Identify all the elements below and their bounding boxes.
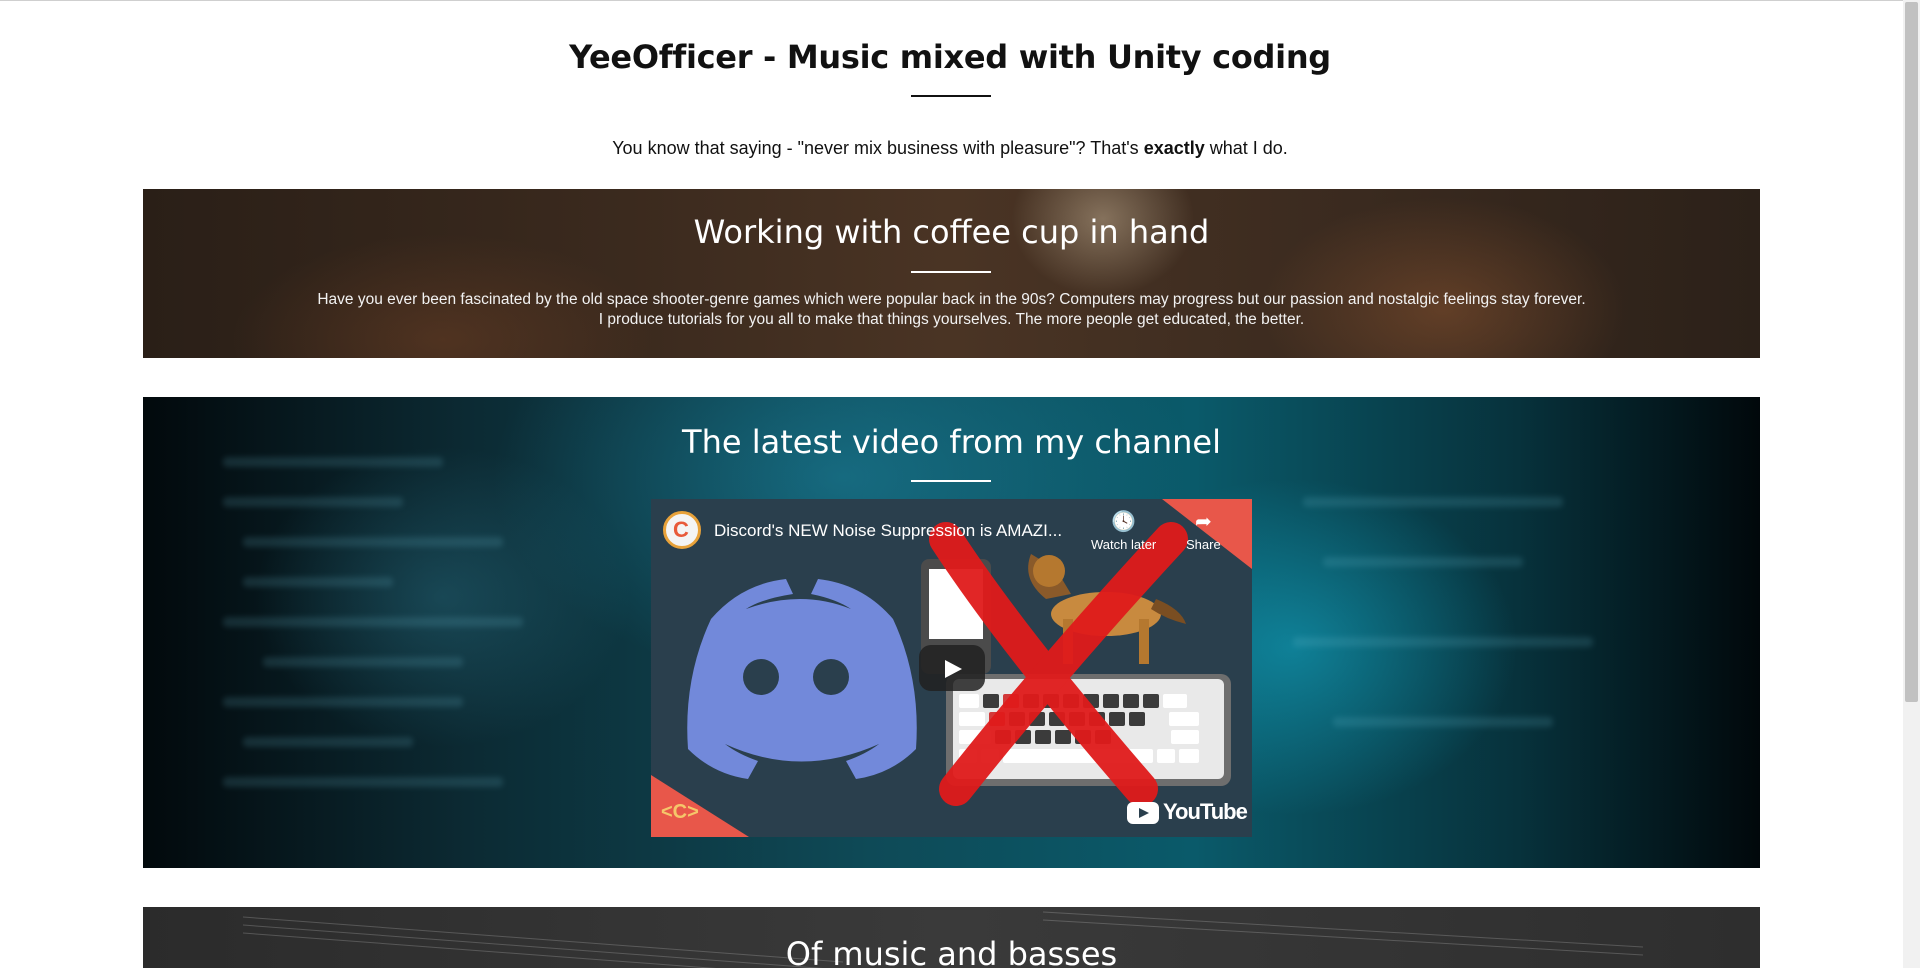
play-icon — [945, 660, 962, 678]
coffee-section-divider — [911, 271, 991, 273]
video-section-title: The latest video from my channel — [682, 423, 1221, 461]
video-section: The latest video from my channel <C> C D… — [143, 397, 1760, 868]
youtube-logo[interactable]: YouTube — [1127, 799, 1248, 825]
top-border — [0, 0, 1920, 1]
clock-icon: 🕓 — [1111, 511, 1137, 533]
discord-logo-icon — [687, 579, 917, 779]
coffee-section-body: Have you ever been fascinated by the old… — [143, 290, 1760, 330]
share-arrow-icon: ➦ — [1194, 511, 1212, 533]
scrollbar-thumb[interactable] — [1905, 2, 1918, 702]
youtube-embed[interactable]: <C> C Discord's NEW Noise Suppression is… — [651, 499, 1252, 837]
coffee-line-1: Have you ever been fascinated by the old… — [317, 291, 1586, 308]
youtube-play-icon — [1127, 802, 1159, 825]
title-divider — [911, 95, 991, 97]
youtube-label: YouTube — [1163, 799, 1248, 824]
watch-later-button[interactable]: 🕓 Watch later — [1091, 511, 1156, 552]
intro-before: You know that saying - "never mix busine… — [612, 138, 1144, 158]
share-label: Share — [1186, 537, 1221, 552]
channel-avatar[interactable]: C — [663, 511, 701, 549]
share-button[interactable]: ➦ Share — [1186, 511, 1221, 552]
channel-avatar-letter: C — [673, 517, 689, 542]
intro-after: what I do. — [1204, 138, 1288, 158]
intro-text: You know that saying - "never mix busine… — [0, 138, 1900, 159]
coffee-line-2: I produce tutorials for you all to make … — [598, 311, 1305, 328]
play-button[interactable] — [919, 645, 985, 691]
page-title: YeeOfficer - Music mixed with Unity codi… — [569, 38, 1331, 76]
coffee-section: Working with coffee cup in hand Have you… — [143, 189, 1760, 358]
music-section-title: Of music and basses — [785, 935, 1118, 968]
corner-logo-icon: <C> — [661, 801, 699, 823]
watch-later-label: Watch later — [1091, 537, 1157, 552]
music-section: Of music and basses — [143, 907, 1760, 968]
video-title[interactable]: Discord's NEW Noise Suppression is AMAZI… — [714, 521, 1062, 541]
coffee-section-title: Working with coffee cup in hand — [693, 213, 1210, 251]
intro-bold: exactly — [1143, 138, 1205, 158]
video-section-divider — [911, 480, 991, 482]
